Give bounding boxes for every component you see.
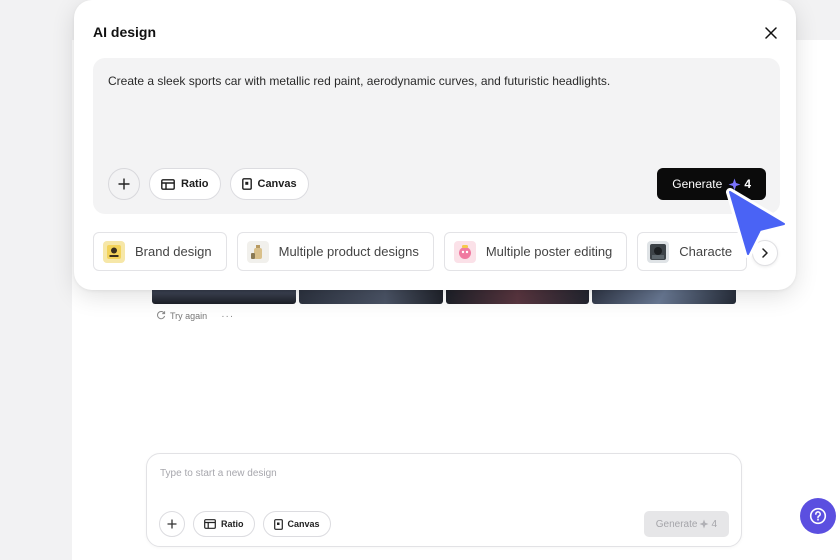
generate-button[interactable]: Generate 4 <box>657 168 766 200</box>
brand-thumbnail-icon <box>103 240 125 263</box>
suggestions-next-button[interactable] <box>752 240 778 266</box>
composer-generate-credits: 4 <box>711 518 717 530</box>
suggestion-label: Characte <box>679 244 733 259</box>
suggestion-chip-multiple-product-designs[interactable]: Multiple product designs <box>236 232 434 271</box>
close-icon <box>765 27 777 39</box>
ai-design-dialog: AI design Create a sleek sports car with… <box>74 0 796 290</box>
help-icon <box>809 507 827 525</box>
suggestion-chips: Brand design Multiple product designs Mu… <box>93 232 780 272</box>
composer-canvas-button[interactable]: Canvas <box>262 511 331 537</box>
suggestion-label: Brand design <box>135 244 212 259</box>
ratio-icon <box>161 178 175 190</box>
ratio-button[interactable]: Ratio <box>149 168 221 200</box>
canvas-button[interactable]: Canvas <box>229 168 309 200</box>
generate-credits: 4 <box>744 177 751 191</box>
add-button[interactable] <box>108 168 140 200</box>
try-again-bar: Try again ··· <box>156 310 234 322</box>
composer-canvas-label: Canvas <box>287 519 320 529</box>
canvas-icon <box>273 518 283 530</box>
ratio-label: Ratio <box>181 178 209 190</box>
suggestion-chip-multiple-poster-editing[interactable]: Multiple poster editing <box>443 232 628 271</box>
composer-ratio-button[interactable]: Ratio <box>193 511 255 537</box>
generate-label: Generate <box>672 177 723 191</box>
suggestion-chip-brand-design[interactable]: Brand design <box>93 232 227 271</box>
poster-thumbnail-icon <box>453 240 476 263</box>
more-options-button[interactable]: ··· <box>221 311 234 322</box>
close-button[interactable] <box>762 24 780 42</box>
ratio-icon <box>204 519 216 529</box>
composer-generate-label: Generate <box>655 518 698 530</box>
sparkle-icon <box>699 519 709 529</box>
canvas-label: Canvas <box>257 178 297 190</box>
suggestion-label: Multiple product designs <box>278 244 419 259</box>
product-thumbnail-icon <box>246 240 269 263</box>
new-design-composer: Type to start a new design Ratio Canvas … <box>146 453 742 547</box>
canvas-icon <box>241 178 252 190</box>
plus-icon <box>118 178 130 190</box>
chevron-right-icon <box>762 248 768 258</box>
try-again-button[interactable]: Try again <box>170 311 207 321</box>
plus-icon <box>167 519 177 529</box>
suggestion-chip-character[interactable]: Characte <box>637 232 748 271</box>
refresh-icon <box>156 310 166 322</box>
composer-add-button[interactable] <box>159 511 185 537</box>
suggestion-label: Multiple poster editing <box>485 244 613 259</box>
prompt-area[interactable]: Create a sleek sports car with metallic … <box>93 58 780 214</box>
character-thumbnail-icon <box>647 240 670 263</box>
composer-ratio-label: Ratio <box>221 519 244 529</box>
sparkle-icon <box>728 178 741 190</box>
help-button[interactable] <box>800 498 836 534</box>
dialog-title: AI design <box>93 24 157 40</box>
composer-generate-button[interactable]: Generate 4 <box>643 511 729 537</box>
prompt-input[interactable]: Create a sleek sports car with metallic … <box>108 74 610 88</box>
new-design-input[interactable]: Type to start a new design <box>160 468 277 479</box>
